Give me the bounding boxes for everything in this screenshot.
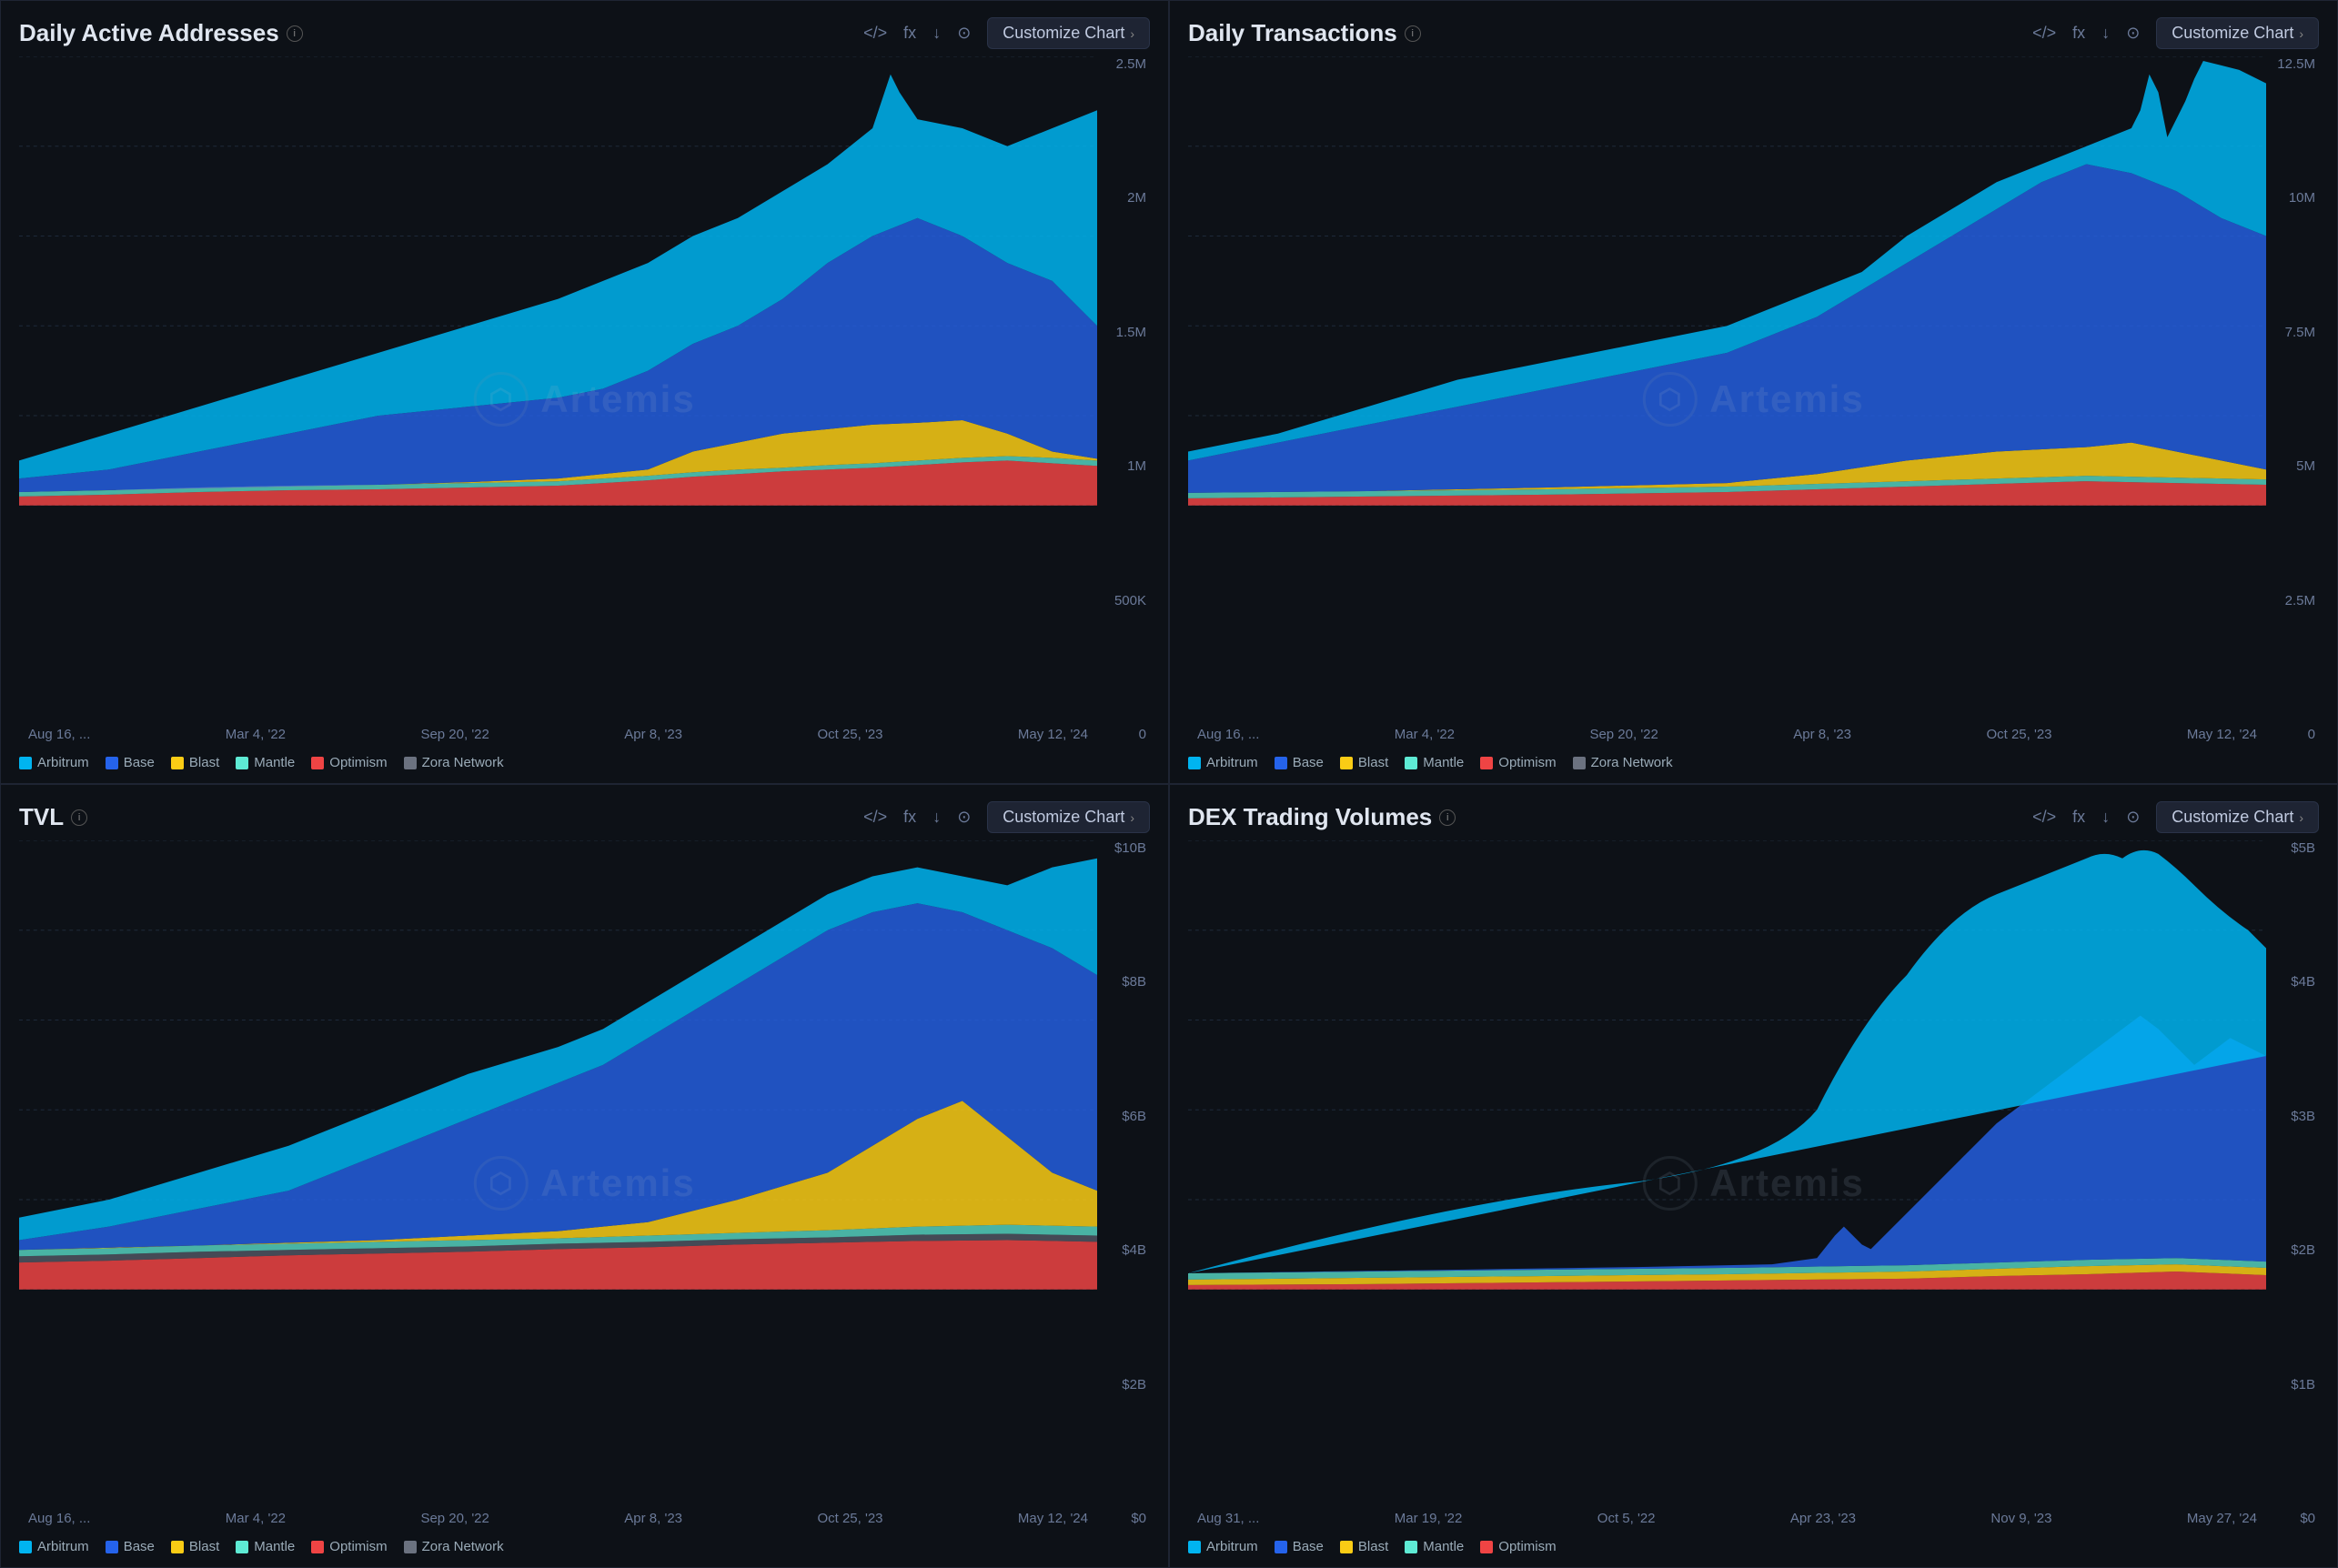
legend-item-optimism-1[interactable]: Optimism <box>311 755 387 770</box>
panel-dex-trading-volumes: DEX Trading Volumes i </> fx ↓ ⊙ Customi… <box>1169 784 2338 1568</box>
legend-item-optimism-4[interactable]: Optimism <box>1480 1539 1556 1554</box>
chart-actions-1: </> fx ↓ ⊙ Customize Chart › <box>863 17 1150 49</box>
legend-3: Arbitrum Base Blast Mantle Optimism Zora… <box>19 1533 1150 1554</box>
legend-item-base-4[interactable]: Base <box>1275 1539 1324 1554</box>
fx-icon-4[interactable]: fx <box>2072 808 2085 827</box>
legend-item-arbitrum-4[interactable]: Arbitrum <box>1188 1539 1258 1554</box>
fx-icon-3[interactable]: fx <box>903 808 916 827</box>
legend-item-mantle-1[interactable]: Mantle <box>236 755 295 770</box>
chart-header-2: Daily Transactions i </> fx ↓ ⊙ Customiz… <box>1188 17 2319 49</box>
chart-title-4: DEX Trading Volumes <box>1188 803 1432 831</box>
chevron-icon-3: › <box>1130 810 1134 825</box>
chart-area-1: ⬡ Artemis 2.5M 2M <box>19 56 1150 742</box>
legend-item-base-1[interactable]: Base <box>106 755 155 770</box>
code-icon-1[interactable]: </> <box>863 24 887 43</box>
fx-icon-1[interactable]: fx <box>903 24 916 43</box>
code-icon-2[interactable]: </> <box>2032 24 2056 43</box>
y-axis-1: 2.5M 2M 1.5M 1M 500K 0 <box>1097 56 1150 742</box>
x-axis-3: Aug 16, ... Mar 4, '22 Sep 20, '22 Apr 8… <box>19 1501 1097 1526</box>
legend-item-blast-4[interactable]: Blast <box>1340 1539 1388 1554</box>
chart-svg-2 <box>1188 56 2266 506</box>
legend-1: Arbitrum Base Blast Mantle Optimism Zora… <box>19 749 1150 770</box>
chart-actions-3: </> fx ↓ ⊙ Customize Chart › <box>863 801 1150 833</box>
legend-item-arbitrum-1[interactable]: Arbitrum <box>19 755 89 770</box>
legend-item-zora-1[interactable]: Zora Network <box>404 755 504 770</box>
legend-item-blast-1[interactable]: Blast <box>171 755 219 770</box>
legend-item-optimism-2[interactable]: Optimism <box>1480 755 1556 770</box>
customize-button-1[interactable]: Customize Chart › <box>987 17 1150 49</box>
y-axis-4: $5B $4B $3B $2B $1B $0 <box>2266 840 2319 1526</box>
chart-area-3: ⬡ Artemis $10B $8B $6B $ <box>19 840 1150 1526</box>
panel-daily-transactions: Daily Transactions i </> fx ↓ ⊙ Customiz… <box>1169 0 2338 784</box>
chart-area-2: ⬡ Artemis 12.5M 10M 7.5M 5M 2.5M <box>1188 56 2319 742</box>
chart-header-4: DEX Trading Volumes i </> fx ↓ ⊙ Customi… <box>1188 801 2319 833</box>
x-axis-4: Aug 31, ... Mar 19, '22 Oct 5, '22 Apr 2… <box>1188 1501 2266 1526</box>
download-icon-2[interactable]: ↓ <box>2101 24 2110 43</box>
y-axis-2: 12.5M 10M 7.5M 5M 2.5M 0 <box>2266 56 2319 742</box>
panel-daily-active-addresses: Daily Active Addresses i </> fx ↓ ⊙ Cust… <box>0 0 1169 784</box>
legend-item-base-2[interactable]: Base <box>1275 755 1324 770</box>
camera-icon-4[interactable]: ⊙ <box>2126 808 2140 827</box>
title-area-4: DEX Trading Volumes i <box>1188 803 1456 831</box>
info-icon-4[interactable]: i <box>1439 809 1456 826</box>
legend-item-blast-2[interactable]: Blast <box>1340 755 1388 770</box>
code-icon-4[interactable]: </> <box>2032 808 2056 827</box>
customize-button-2[interactable]: Customize Chart › <box>2156 17 2319 49</box>
code-icon-3[interactable]: </> <box>863 808 887 827</box>
camera-icon-2[interactable]: ⊙ <box>2126 24 2140 43</box>
chart-area-4: ⬡ Artemis $5B $4B $3B $2B $1B <box>1188 840 2319 1526</box>
legend-4: Arbitrum Base Blast Mantle Optimism <box>1188 1533 2319 1554</box>
chart-svg-4 <box>1188 840 2266 1290</box>
title-area-1: Daily Active Addresses i <box>19 19 303 47</box>
title-area-2: Daily Transactions i <box>1188 19 1421 47</box>
legend-item-arbitrum-3[interactable]: Arbitrum <box>19 1539 89 1554</box>
title-area-3: TVL i <box>19 803 87 831</box>
chart-title-1: Daily Active Addresses <box>19 19 279 47</box>
chevron-icon-1: › <box>1130 26 1134 41</box>
chevron-icon-2: › <box>2299 26 2303 41</box>
chart-svg-1 <box>19 56 1097 506</box>
legend-item-mantle-2[interactable]: Mantle <box>1405 755 1464 770</box>
legend-item-mantle-3[interactable]: Mantle <box>236 1539 295 1554</box>
chart-title-3: TVL <box>19 803 64 831</box>
chart-title-2: Daily Transactions <box>1188 19 1397 47</box>
info-icon-3[interactable]: i <box>71 809 87 826</box>
customize-button-3[interactable]: Customize Chart › <box>987 801 1150 833</box>
legend-2: Arbitrum Base Blast Mantle Optimism Zora… <box>1188 749 2319 770</box>
chart-svg-3 <box>19 840 1097 1290</box>
camera-icon-1[interactable]: ⊙ <box>957 24 971 43</box>
y-axis-3: $10B $8B $6B $4B $2B $0 <box>1097 840 1150 1526</box>
legend-item-blast-3[interactable]: Blast <box>171 1539 219 1554</box>
download-icon-3[interactable]: ↓ <box>932 808 941 827</box>
info-icon-1[interactable]: i <box>287 25 303 42</box>
x-axis-2: Aug 16, ... Mar 4, '22 Sep 20, '22 Apr 8… <box>1188 717 2266 742</box>
legend-item-arbitrum-2[interactable]: Arbitrum <box>1188 755 1258 770</box>
download-icon-1[interactable]: ↓ <box>932 24 941 43</box>
legend-item-optimism-3[interactable]: Optimism <box>311 1539 387 1554</box>
x-axis-1: Aug 16, ... Mar 4, '22 Sep 20, '22 Apr 8… <box>19 717 1097 742</box>
legend-item-mantle-4[interactable]: Mantle <box>1405 1539 1464 1554</box>
info-icon-2[interactable]: i <box>1405 25 1421 42</box>
chart-actions-2: </> fx ↓ ⊙ Customize Chart › <box>2032 17 2319 49</box>
chevron-icon-4: › <box>2299 810 2303 825</box>
chart-header-1: Daily Active Addresses i </> fx ↓ ⊙ Cust… <box>19 17 1150 49</box>
fx-icon-2[interactable]: fx <box>2072 24 2085 43</box>
legend-item-base-3[interactable]: Base <box>106 1539 155 1554</box>
chart-header-3: TVL i </> fx ↓ ⊙ Customize Chart › <box>19 801 1150 833</box>
download-icon-4[interactable]: ↓ <box>2101 808 2110 827</box>
panel-tvl: TVL i </> fx ↓ ⊙ Customize Chart › ⬡ Art… <box>0 784 1169 1568</box>
chart-actions-4: </> fx ↓ ⊙ Customize Chart › <box>2032 801 2319 833</box>
legend-item-zora-2[interactable]: Zora Network <box>1573 755 1673 770</box>
customize-button-4[interactable]: Customize Chart › <box>2156 801 2319 833</box>
camera-icon-3[interactable]: ⊙ <box>957 808 971 827</box>
legend-item-zora-3[interactable]: Zora Network <box>404 1539 504 1554</box>
